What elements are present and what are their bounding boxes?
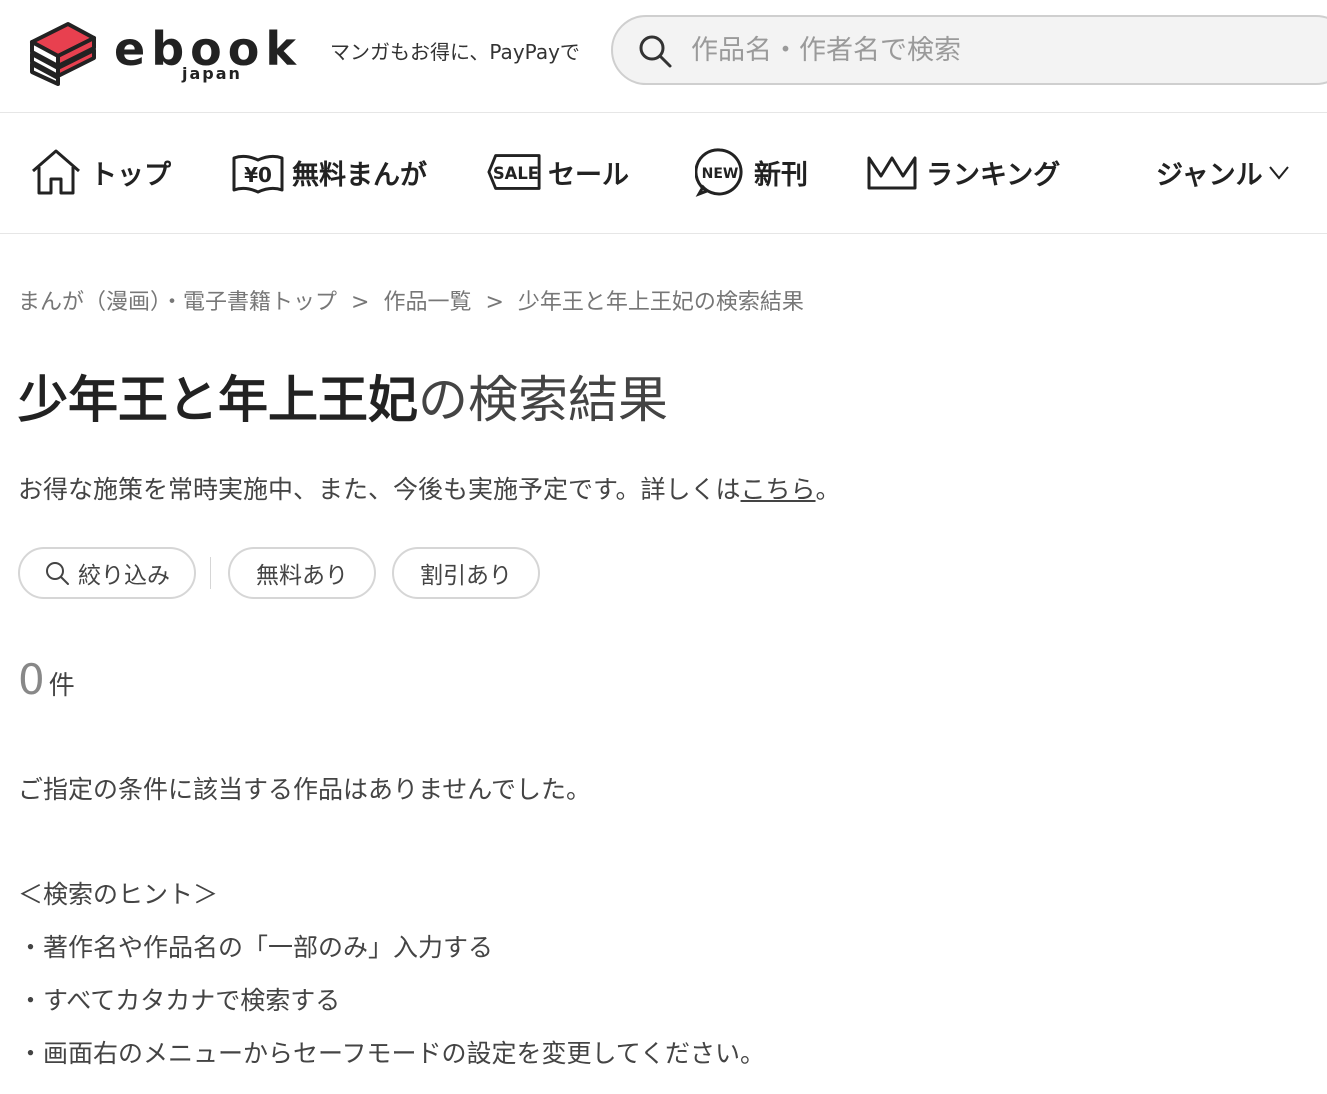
nav-sale-label: セール bbox=[548, 159, 629, 191]
nav-new[interactable]: NEW 新刊 bbox=[692, 144, 808, 200]
new-icon-text: NEW bbox=[702, 166, 739, 182]
chevron-down-icon bbox=[1268, 166, 1289, 180]
chip-divider bbox=[210, 557, 211, 589]
notice-text: お得な施策を常時実施中、また、今後も実施予定です。詳しくは bbox=[18, 475, 741, 504]
search-box[interactable] bbox=[611, 15, 1327, 85]
nav-free-manga[interactable]: ¥0 無料まんが bbox=[230, 144, 427, 200]
narrow-filter-button[interactable]: 絞り込み bbox=[18, 547, 196, 599]
free-filter-chip[interactable]: 無料あり bbox=[228, 547, 376, 599]
free-icon-text: ¥0 bbox=[244, 163, 272, 187]
free-yen-icon: ¥0 bbox=[230, 144, 286, 200]
home-icon bbox=[28, 144, 84, 200]
page-title: 少年王と年上王妃の検索結果 bbox=[18, 360, 668, 432]
hint-item: ・著作名や作品名の「一部のみ」入力する bbox=[18, 933, 494, 962]
notice-end: 。 bbox=[815, 475, 841, 504]
breadcrumb-separator: > bbox=[485, 290, 504, 315]
nav-genre-label: ジャンル bbox=[1156, 159, 1263, 191]
breadcrumb-works-link[interactable]: 作品一覧 bbox=[383, 290, 471, 315]
discount-filter-label: 割引あり bbox=[420, 563, 512, 589]
title-suffix: の検索結果 bbox=[418, 371, 668, 429]
sale-tag-icon: SALE bbox=[486, 144, 542, 200]
hint-item: ・画面右のメニューからセーフモードの設定を変更してください。 bbox=[18, 1039, 766, 1068]
logo-subtext: japan bbox=[182, 64, 242, 83]
notice-link[interactable]: こちら bbox=[741, 475, 816, 504]
site-header: ebook japan マンガもお得に、PayPayで bbox=[0, 0, 1327, 113]
breadcrumb-separator: > bbox=[351, 290, 370, 315]
nav-free-label: 無料まんが bbox=[292, 159, 427, 191]
narrow-filter-label: 絞り込み bbox=[78, 563, 170, 589]
main-nav: トップ ¥0 無料まんが SALE セール NEW 新刊 ランキング ジャンル bbox=[0, 114, 1327, 234]
result-count-unit: 件 bbox=[48, 671, 75, 701]
nav-new-label: 新刊 bbox=[754, 159, 808, 191]
campaign-notice: お得な施策を常時実施中、また、今後も実施予定です。詳しくはこちら。 bbox=[18, 470, 841, 506]
nav-ranking[interactable]: ランキング bbox=[864, 144, 1060, 200]
sale-icon-text: SALE bbox=[493, 164, 539, 183]
crown-icon bbox=[864, 144, 920, 200]
breadcrumb-current: 少年王と年上王妃の検索結果 bbox=[517, 290, 804, 315]
hint-item: ・すべてカタカナで検索する bbox=[18, 986, 341, 1015]
new-badge-icon: NEW bbox=[692, 144, 748, 200]
hints-heading: ＜検索のヒント＞ bbox=[18, 880, 219, 909]
search-icon bbox=[46, 562, 69, 585]
search-keyword: 少年王と年上王妃 bbox=[18, 371, 418, 429]
tagline: マンガもお得に、PayPayで bbox=[330, 40, 580, 64]
nav-top[interactable]: トップ bbox=[28, 144, 171, 200]
result-count-number: 0 bbox=[18, 655, 45, 704]
breadcrumb: まんが（漫画）・電子書籍トップ > 作品一覧 > 少年王と年上王妃の検索結果 bbox=[18, 284, 804, 316]
nav-ranking-label: ランキング bbox=[926, 159, 1061, 191]
empty-result-message: ご指定の条件に該当する作品はありませんでした。 bbox=[18, 775, 592, 804]
search-input[interactable] bbox=[691, 27, 1291, 73]
ebook-japan-logo[interactable]: ebook japan bbox=[24, 12, 304, 92]
breadcrumb-top-link[interactable]: まんが（漫画）・電子書籍トップ bbox=[18, 290, 337, 315]
result-count: 0件 bbox=[18, 655, 75, 704]
nav-sale[interactable]: SALE セール bbox=[486, 144, 629, 200]
discount-filter-chip[interactable]: 割引あり bbox=[392, 547, 540, 599]
free-filter-label: 無料あり bbox=[256, 563, 348, 589]
search-icon[interactable] bbox=[637, 33, 673, 69]
book-stack-logo-icon bbox=[30, 22, 96, 86]
search-hints: ＜検索のヒント＞ ・著作名や作品名の「一部のみ」入力する ・すべてカタカナで検索… bbox=[18, 875, 765, 1087]
nav-genre[interactable]: ジャンル bbox=[1150, 144, 1291, 200]
nav-top-label: トップ bbox=[90, 159, 171, 191]
